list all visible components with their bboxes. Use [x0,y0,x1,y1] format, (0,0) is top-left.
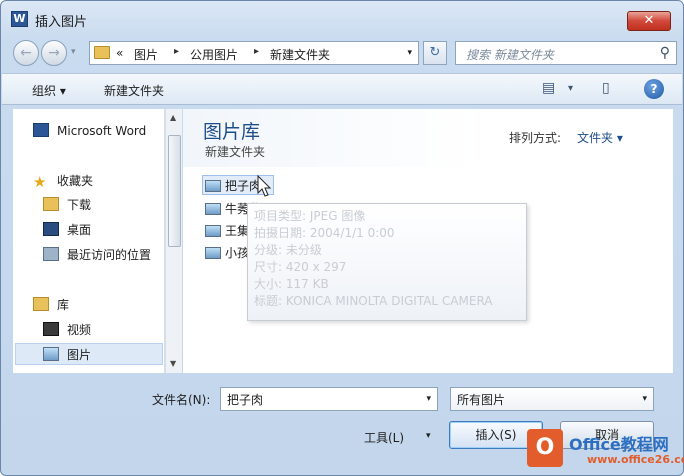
library-title: 图片库 [203,121,261,143]
sidebar-item-videos[interactable]: 视频 [43,320,91,340]
filetype-value: 所有图片 [457,393,506,407]
folder-icon [94,46,110,59]
library-icon [33,297,49,311]
close-button[interactable]: ✕ [627,11,671,31]
image-file-icon [205,203,221,215]
word-icon [33,123,49,137]
refresh-button[interactable]: ↻ [423,41,447,65]
recent-places-icon [43,247,59,261]
sidebar-item-label: 桌面 [67,223,92,237]
insert-picture-dialog: W 插入图片 ✕ ← → ▾ « 图片 ▸ 公用图片 ▸ 新建文件夹 ▾ ↻ 搜… [0,0,684,476]
filename-value: 把子肉 [227,393,264,407]
tools-dropdown-icon[interactable]: ▾ [426,431,431,441]
file-name: 把子肉 [225,179,262,193]
sidebar-item-pictures[interactable]: 图片 [43,345,91,365]
tooltip-line: 尺寸: 420 x 297 [254,260,347,274]
tooltip-line: 大小: 117 KB [254,277,329,291]
sidebar-item-favorites[interactable]: ★ 收藏夹 [33,171,93,191]
watermark: O Office教程网 www.office26.com [525,425,684,475]
office-logo-icon: O [527,429,563,467]
sidebar-scrollbar[interactable]: ▲ ▼ [165,109,182,373]
arrange-by-dropdown[interactable]: 文件夹 ▾ [577,129,623,146]
download-folder-icon [43,197,59,211]
new-folder-button[interactable]: 新建文件夹 [104,82,164,99]
sidebar-item-label: 下载 [67,198,92,212]
file-list-pane: 图片库 新建文件夹 排列方式: 文件夹 ▾ 把子肉 牛莠酱 王集香肠 小孩酥 项… [183,109,673,373]
breadcrumb-pictures[interactable]: 图片 [134,46,158,63]
mouse-cursor-icon [257,175,272,197]
tooltip-line: 标题: KONICA MINOLTA DIGITAL CAMERA [254,294,493,308]
back-button[interactable]: ← [13,40,39,66]
view-options-icon[interactable]: ▤ [542,80,555,96]
sidebar-item-recent-places[interactable]: 最近访问的位置 [43,245,151,265]
sidebar-item-label: 最近访问的位置 [67,248,152,262]
view-dropdown-icon[interactable]: ▾ [568,83,573,94]
tools-button[interactable]: 工具(L) [364,429,404,446]
library-subtitle: 新建文件夹 [205,145,266,159]
sidebar-item-label: 图片 [67,348,92,362]
search-input[interactable]: 搜索 新建文件夹 ⚲ [455,41,677,65]
image-file-icon [205,180,221,192]
tooltip-line: 拍摄日期: 2004/1/1 0:00 [254,226,395,240]
breadcrumb-separator-icon[interactable]: ▸ [254,46,259,57]
command-toolbar: 组织 ▾ 新建文件夹 ▤ ▾ ▯ ? [2,73,682,105]
filename-label: 文件名(N): [152,393,211,407]
video-icon [43,322,59,336]
tooltip-line: 项目类型: JPEG 图像 [254,209,366,223]
sidebar-item-label: Microsoft Word [57,124,147,138]
library-header: 图片库 新建文件夹 排列方式: 文件夹 ▾ [183,109,673,167]
sidebar-item-downloads[interactable]: 下载 [43,195,91,215]
sidebar-item-label: 视频 [67,323,92,337]
organize-button[interactable]: 组织 ▾ [32,82,66,99]
navigation-bar: ← → ▾ « 图片 ▸ 公用图片 ▸ 新建文件夹 ▾ ↻ 搜索 新建文件夹 ⚲ [9,39,677,67]
image-file-icon [205,247,221,259]
breadcrumb-overflow[interactable]: « [116,46,123,60]
filename-dropdown-icon[interactable]: ▾ [426,394,431,404]
recent-pages-dropdown[interactable]: ▾ [71,47,76,57]
desktop-icon [43,222,59,236]
sidebar-item-label: 收藏夹 [57,174,94,188]
file-info-tooltip: 项目类型: JPEG 图像 拍摄日期: 2004/1/1 0:00 分级: 未分… [247,203,527,321]
dialog-title: 插入图片 [35,15,88,30]
address-dropdown-icon[interactable]: ▾ [407,48,412,58]
sidebar-item-label: 库 [57,298,70,312]
tooltip-line: 分级: 未分级 [254,243,322,257]
watermark-url: www.office26.com [587,453,684,466]
filetype-select[interactable]: 所有图片 ▾ [450,387,654,411]
filename-input[interactable]: 把子肉 ▾ [220,387,438,411]
help-icon[interactable]: ? [644,79,664,99]
search-placeholder: 搜索 新建文件夹 [466,48,554,62]
pictures-icon [43,347,59,361]
preview-pane-icon[interactable]: ▯ [602,80,610,96]
forward-button[interactable]: → [41,40,67,66]
navigation-pane: Microsoft Word ★ 收藏夹 下载 桌面 最近访问的位置 库 视频 图… [13,109,165,373]
filetype-dropdown-icon[interactable]: ▾ [642,394,647,404]
watermark-text: Office教程网 [569,435,669,454]
breadcrumb-public-pictures[interactable]: 公用图片 [190,46,238,63]
scroll-down-icon[interactable]: ▼ [170,359,176,368]
sidebar-item-libraries[interactable]: 库 [33,295,69,315]
scroll-thumb[interactable] [168,135,181,247]
word-app-icon: W [11,11,28,27]
scroll-up-icon[interactable]: ▲ [170,113,176,122]
breadcrumb-separator-icon[interactable]: ▸ [174,46,179,57]
sidebar-item-microsoft-word[interactable]: Microsoft Word [33,121,146,141]
search-icon[interactable]: ⚲ [660,45,670,61]
address-bar[interactable]: « 图片 ▸ 公用图片 ▸ 新建文件夹 ▾ [89,41,419,65]
breadcrumb-new-folder[interactable]: 新建文件夹 [270,46,330,63]
sidebar-item-desktop[interactable]: 桌面 [43,220,91,240]
arrange-by-label: 排列方式: [509,131,562,145]
star-icon: ★ [33,173,47,191]
image-file-icon [205,225,221,237]
title-bar: W 插入图片 ✕ [1,1,683,35]
